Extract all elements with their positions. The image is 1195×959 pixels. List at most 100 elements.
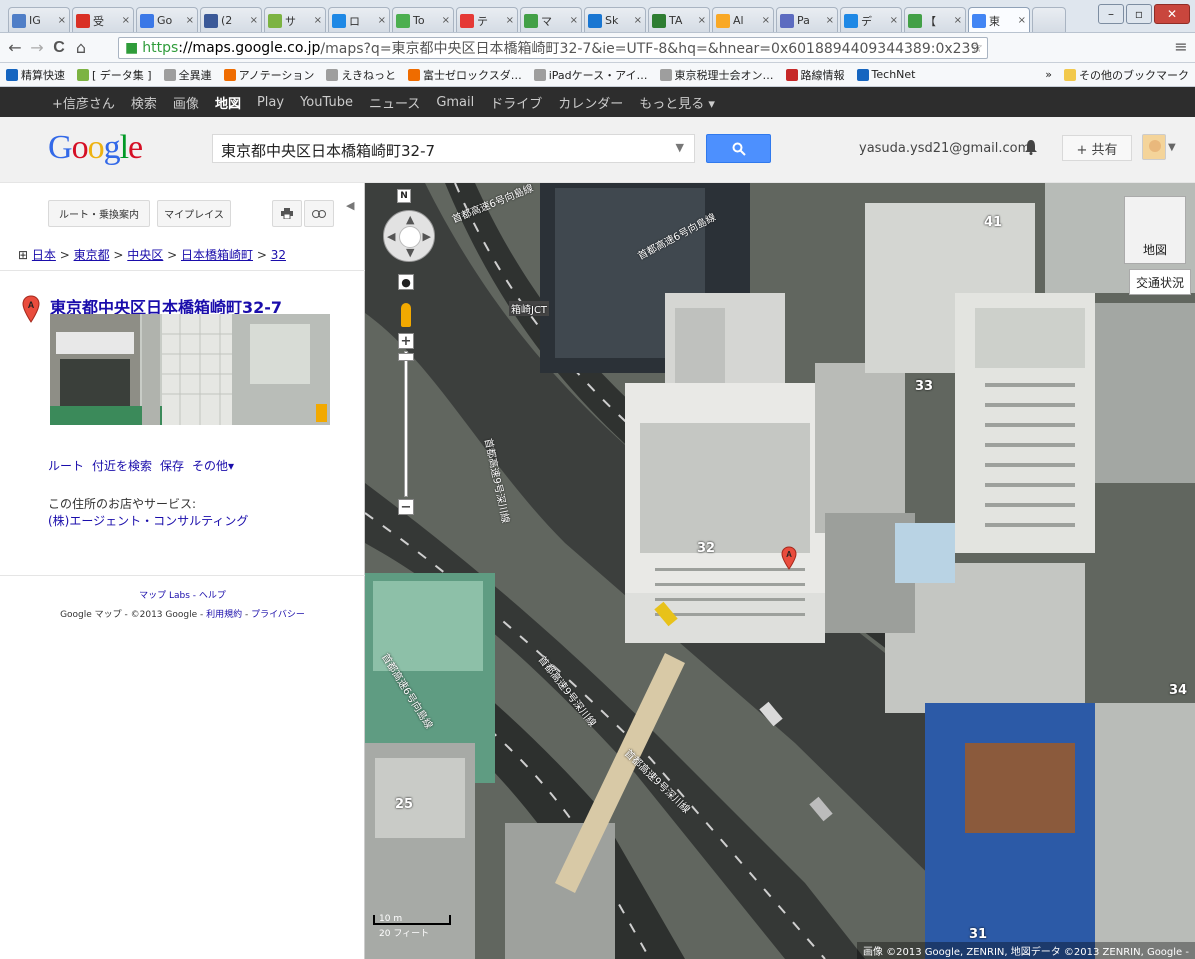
street-view-thumbnail[interactable] <box>50 314 330 425</box>
map-canvas[interactable]: 41 33 32 34 25 31 首都高速6号向島線 首都高速6号向島線 首都… <box>365 183 1195 959</box>
service-link[interactable]: (株)エージェント・コンサルティング <box>48 512 248 529</box>
pan-control[interactable]: ▲ ▼ ◀ ▶ <box>383 210 435 262</box>
breadcrumb-link[interactable]: 日本橋箱崎町 <box>181 248 253 262</box>
google-logo[interactable]: Google <box>48 129 143 167</box>
browser-tab[interactable]: IG × <box>8 7 70 32</box>
bookmark-item[interactable]: 富士ゼロックスダ… <box>408 67 522 83</box>
tab-close-icon[interactable]: × <box>186 15 194 26</box>
gbar-item[interactable]: ニュース <box>369 93 420 112</box>
bookmark-item[interactable]: iPadケース・アイ… <box>533 67 648 83</box>
place-action-link[interactable]: 保存 <box>160 459 184 473</box>
gbar-item[interactable]: もっと見る ▾ <box>639 93 715 112</box>
location-marker[interactable]: A <box>781 546 797 570</box>
place-action-link[interactable]: ルート <box>48 459 84 473</box>
route-button[interactable]: ルート・乗換案内 <box>48 200 150 227</box>
bookmarks-overflow-button[interactable]: » <box>1045 68 1052 81</box>
gbar-item[interactable]: Gmail <box>436 95 474 110</box>
zoom-slider-thumb[interactable] <box>398 353 414 361</box>
pan-down-icon[interactable]: ▼ <box>406 246 414 259</box>
avatar[interactable] <box>1142 134 1166 160</box>
pegman-icon[interactable] <box>401 303 411 327</box>
search-input[interactable]: 東京都中央区日本橋箱崎町32-7 ▼ <box>212 134 695 163</box>
gbar-item[interactable]: 画像 <box>173 93 199 112</box>
browser-tab[interactable]: デ × <box>840 7 902 32</box>
tab-close-icon[interactable]: × <box>570 15 578 26</box>
bookmark-item[interactable]: [ データ集 ] <box>77 67 152 83</box>
labs-help-links[interactable]: マップ Labs - ヘルプ <box>0 588 365 601</box>
terms-link[interactable]: 利用規約 <box>206 610 242 620</box>
chevron-down-icon[interactable]: ▼ <box>676 141 684 154</box>
bookmark-item[interactable]: えきねっと <box>326 67 396 83</box>
browser-tab[interactable]: Sk × <box>584 7 646 32</box>
browser-tab[interactable]: 【× <box>904 7 966 32</box>
link-icon[interactable] <box>304 200 334 227</box>
gbar-item[interactable]: YouTube <box>300 95 353 110</box>
traffic-button[interactable]: 交通状況 <box>1129 269 1191 295</box>
close-window-button[interactable]: ✕ <box>1154 4 1190 24</box>
back-icon[interactable]: ← <box>4 38 26 57</box>
reload-icon[interactable]: C <box>48 39 70 57</box>
breadcrumb-link[interactable]: 中央区 <box>127 248 163 262</box>
zoom-in-button[interactable]: + <box>398 333 414 349</box>
tab-close-icon[interactable]: × <box>1018 15 1026 26</box>
browser-tab[interactable]: TA × <box>648 7 710 32</box>
browser-tab[interactable]: テ × <box>456 7 518 32</box>
bookmark-item[interactable]: 路線情報 <box>785 67 845 83</box>
account-email[interactable]: yasuda.ysd21@gmail.com <box>859 141 1030 156</box>
bookmark-item[interactable]: 精算快速 <box>6 67 65 83</box>
browser-tab[interactable]: 受 × <box>72 7 134 32</box>
place-action-link[interactable]: その他▾ <box>192 459 234 473</box>
breadcrumb-expand-icon[interactable]: ⊞ <box>18 248 32 262</box>
print-icon[interactable] <box>272 200 302 227</box>
maximize-button[interactable]: ▫ <box>1126 4 1152 24</box>
bookmark-item[interactable]: 全異連 <box>163 67 212 83</box>
chrome-menu-icon[interactable]: ≡ <box>1170 37 1192 56</box>
bookmark-item[interactable]: TechNet <box>856 68 916 81</box>
gbar-item[interactable]: カレンダー <box>558 93 623 112</box>
gbar-item[interactable]: ドライブ <box>490 93 542 112</box>
compass-north[interactable]: N <box>397 189 411 203</box>
tab-close-icon[interactable]: × <box>506 15 514 26</box>
notification-bell-icon[interactable] <box>1024 139 1038 159</box>
browser-tab[interactable]: Pa × <box>776 7 838 32</box>
tab-close-icon[interactable]: × <box>954 15 962 26</box>
gbar-item[interactable]: 地図 <box>215 93 241 112</box>
pan-right-icon[interactable]: ▶ <box>423 230 431 243</box>
breadcrumb-link[interactable]: 日本 <box>32 248 56 262</box>
gbar-item[interactable]: Play <box>257 95 284 110</box>
tab-close-icon[interactable]: × <box>634 15 642 26</box>
other-bookmarks-folder[interactable]: その他のブックマーク <box>1064 67 1189 83</box>
tab-close-icon[interactable]: × <box>122 15 130 26</box>
browser-tab[interactable]: サ × <box>264 7 326 32</box>
browser-tab[interactable]: Go × <box>136 7 198 32</box>
map-type-button[interactable]: 地図 <box>1124 196 1186 264</box>
tab-close-icon[interactable]: × <box>442 15 450 26</box>
gbar-item[interactable]: +信彦さん <box>52 93 115 112</box>
browser-tab[interactable]: Al × <box>712 7 774 32</box>
browser-tab[interactable]: (2 × <box>200 7 262 32</box>
tab-close-icon[interactable]: × <box>890 15 898 26</box>
zoom-slider-track[interactable] <box>404 351 408 497</box>
chevron-down-icon[interactable]: ▼ <box>1168 142 1176 153</box>
minimize-button[interactable]: – <box>1098 4 1124 24</box>
breadcrumb-link[interactable]: 東京都 <box>74 248 110 262</box>
browser-tab[interactable]: 東 × <box>968 7 1030 32</box>
bookmark-item[interactable]: アノテーション <box>223 67 314 83</box>
pan-up-icon[interactable]: ▲ <box>406 213 414 226</box>
tab-close-icon[interactable]: × <box>250 15 258 26</box>
place-action-link[interactable]: 付近を検索 <box>92 459 152 473</box>
home-icon[interactable]: ⌂ <box>70 38 92 57</box>
browser-tab[interactable]: マ × <box>520 7 582 32</box>
browser-tab[interactable]: To × <box>392 7 454 32</box>
reset-view-icon[interactable]: ● <box>398 274 414 290</box>
gbar-item[interactable]: 検索 <box>131 93 157 112</box>
breadcrumb-link[interactable]: 32 <box>271 248 286 262</box>
tab-close-icon[interactable]: × <box>826 15 834 26</box>
zoom-out-button[interactable]: − <box>398 499 414 515</box>
share-button[interactable]: + 共有 <box>1062 135 1132 161</box>
myplaces-button[interactable]: マイプレイス <box>157 200 231 227</box>
browser-tab[interactable]: ロ × <box>328 7 390 32</box>
pan-left-icon[interactable]: ◀ <box>387 230 395 243</box>
collapse-panel-icon[interactable]: ◀ <box>346 199 354 212</box>
tab-close-icon[interactable]: × <box>762 15 770 26</box>
